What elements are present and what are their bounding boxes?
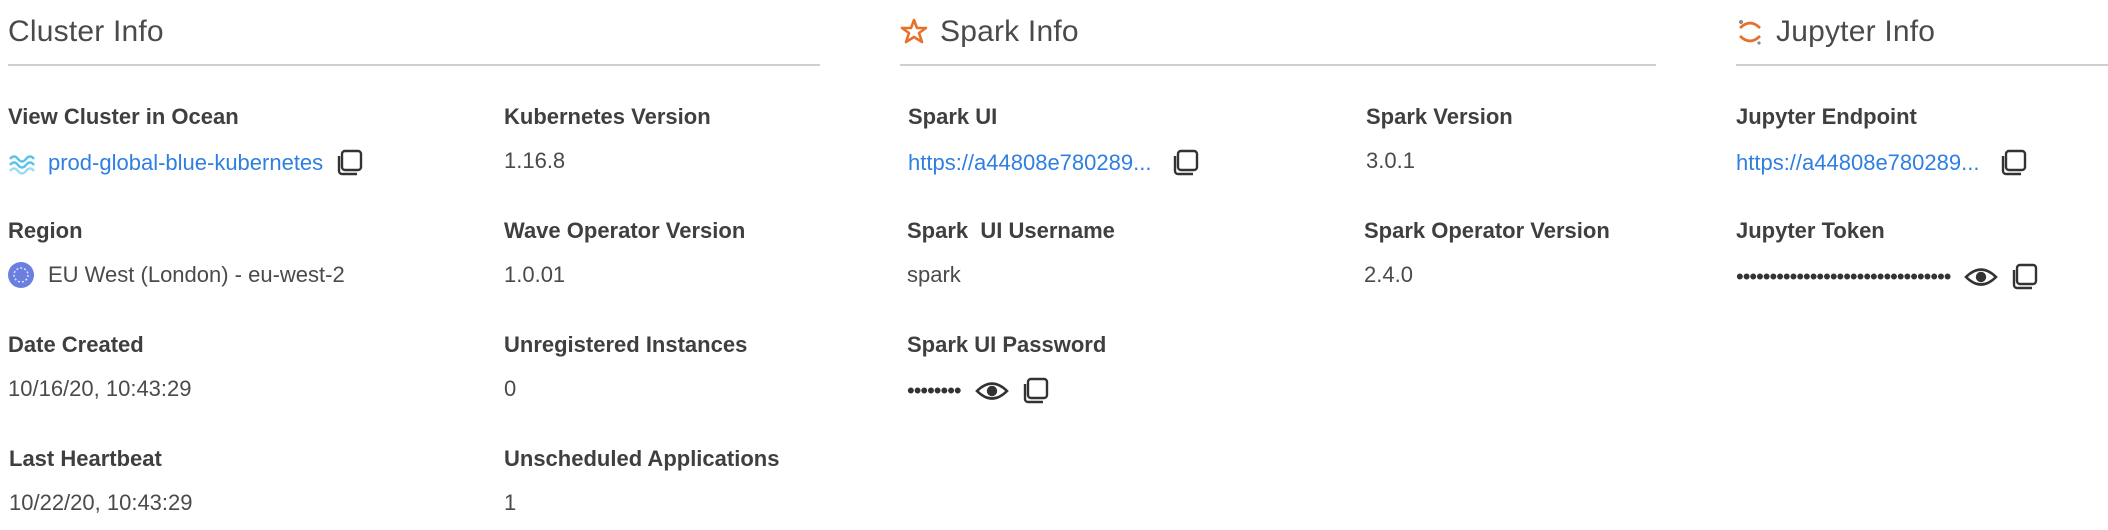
- cluster-info-section: Cluster Info View Cluster in Ocean prod-…: [8, 0, 820, 515]
- spark-version-field: Spark Version 3.0.1: [1366, 104, 1513, 174]
- jupyter-endpoint-field: Jupyter Endpoint https://a44808e780289..…: [1736, 104, 2029, 178]
- spark-ui-link[interactable]: https://a44808e780289...: [908, 150, 1151, 176]
- kubernetes-version-value: 1.16.8: [504, 148, 566, 173]
- unregistered-instances-label: Unregistered Instances: [504, 332, 748, 357]
- wave-operator-version-value: 1.0.01: [504, 262, 566, 287]
- wave-operator-version-label: Wave Operator Version: [504, 218, 746, 243]
- view-cluster-link[interactable]: prod-global-blue-kubernetes: [48, 150, 323, 176]
- jupyter-icon: [1736, 18, 1764, 46]
- copy-icon[interactable]: [1021, 376, 1051, 406]
- copy-icon[interactable]: [1999, 148, 2029, 178]
- jupyter-info-title: Jupyter Info: [1776, 15, 1936, 48]
- spark-version-value: 3.0.1: [1366, 148, 1415, 173]
- region-value-row: EU West (London) - eu-west-2: [8, 262, 345, 288]
- date-created-label: Date Created: [8, 332, 144, 357]
- spark-ui-password-row: ••••••••: [907, 376, 1106, 406]
- spark-ui-username-label: Spark UI Username: [907, 218, 1115, 243]
- spark-icon: [900, 18, 928, 46]
- region-field: Region EU West (London) - eu-west-2: [8, 218, 345, 288]
- jupyter-info-header: Jupyter Info: [1736, 0, 2108, 66]
- unscheduled-applications-label: Unscheduled Applications: [504, 446, 780, 471]
- spark-ui-username-field: Spark UI Username spark: [907, 218, 1115, 288]
- jupyter-endpoint-value-row: https://a44808e780289...: [1736, 148, 2029, 178]
- wave-operator-version-field: Wave Operator Version 1.0.01: [504, 218, 745, 288]
- spark-operator-version-value: 2.4.0: [1364, 262, 1413, 287]
- spark-version-label: Spark Version: [1366, 104, 1513, 129]
- spark-ui-field: Spark UI https://a44808e780289...: [908, 104, 1201, 178]
- jupyter-info-section: Jupyter Info Jupyter Endpoint https://a4…: [1736, 0, 2108, 290]
- kubernetes-version-label: Kubernetes Version: [504, 104, 711, 129]
- region-globe-icon: [8, 262, 34, 288]
- unregistered-instances-field: Unregistered Instances 0: [504, 332, 747, 402]
- jupyter-token-value: ••••••••••••••••••••••••••••••••: [1736, 264, 1951, 289]
- copy-icon[interactable]: [2010, 262, 2040, 292]
- spark-ui-label: Spark UI: [908, 104, 998, 129]
- jupyter-endpoint-link[interactable]: https://a44808e780289...: [1736, 150, 1979, 176]
- date-created-field: Date Created 10/16/20, 10:43:29: [8, 332, 192, 402]
- kubernetes-version-field: Kubernetes Version 1.16.8: [504, 104, 711, 174]
- view-cluster-value-row: prod-global-blue-kubernetes: [8, 148, 365, 178]
- spark-info-title: Spark Info: [940, 15, 1079, 48]
- ocean-icon: [8, 151, 38, 175]
- region-value: EU West (London) - eu-west-2: [48, 262, 345, 287]
- region-label: Region: [8, 218, 83, 243]
- copy-icon[interactable]: [335, 148, 365, 178]
- last-heartbeat-value: 10/22/20, 10:43:29: [9, 490, 193, 515]
- eye-icon[interactable]: [974, 376, 1009, 406]
- spark-ui-username-value: spark: [907, 262, 961, 287]
- spark-operator-version-field: Spark Operator Version 2.4.0: [1364, 218, 1610, 288]
- spark-ui-value-row: https://a44808e780289...: [908, 148, 1201, 178]
- jupyter-endpoint-label: Jupyter Endpoint: [1736, 104, 1917, 129]
- cluster-info-title: Cluster Info: [8, 15, 164, 48]
- jupyter-token-row: ••••••••••••••••••••••••••••••••: [1736, 262, 2040, 292]
- date-created-value: 10/16/20, 10:43:29: [8, 376, 192, 401]
- jupyter-token-field: Jupyter Token ••••••••••••••••••••••••••…: [1736, 218, 2040, 292]
- spark-info-section: Spark Info Spark UI https://a44808e78028…: [900, 0, 1656, 404]
- eye-icon[interactable]: [1964, 262, 1999, 292]
- unscheduled-applications-field: Unscheduled Applications 1: [504, 446, 779, 516]
- copy-icon[interactable]: [1171, 148, 1201, 178]
- spark-ui-password-value: ••••••••: [907, 378, 962, 403]
- spark-info-header: Spark Info: [900, 0, 1656, 66]
- cluster-info-header: Cluster Info: [8, 0, 820, 66]
- spark-ui-password-label: Spark UI Password: [907, 332, 1107, 357]
- spark-operator-version-label: Spark Operator Version: [1364, 218, 1610, 243]
- unregistered-instances-value: 0: [504, 376, 517, 401]
- spark-ui-password-field: Spark UI Password ••••••••: [907, 332, 1106, 406]
- last-heartbeat-label: Last Heartbeat: [9, 446, 162, 471]
- view-cluster-label: View Cluster in Ocean: [8, 104, 239, 129]
- unscheduled-applications-value: 1: [504, 490, 517, 515]
- view-cluster-field: View Cluster in Ocean prod-global-blue-k…: [8, 104, 365, 178]
- jupyter-token-label: Jupyter Token: [1736, 218, 1885, 243]
- last-heartbeat-field: Last Heartbeat 10/22/20, 10:43:29: [9, 446, 193, 516]
